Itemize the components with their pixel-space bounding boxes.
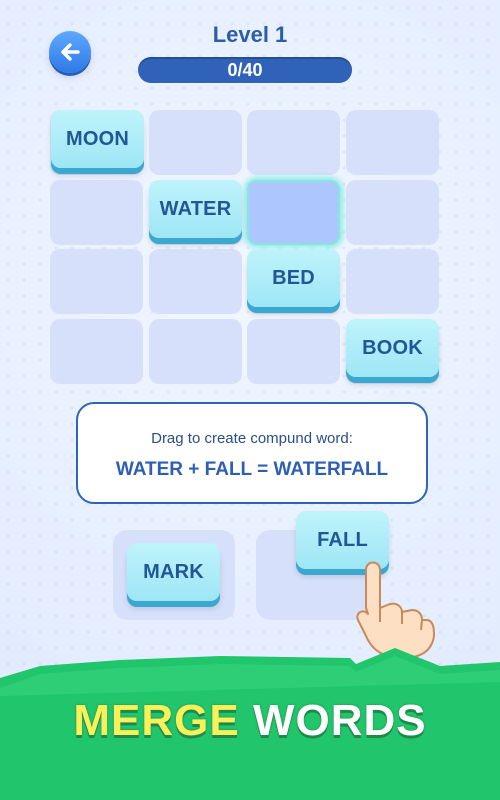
banner-word-merge: MERGE (73, 696, 240, 745)
grid-cell[interactable] (50, 319, 143, 384)
grid-cell[interactable] (247, 319, 340, 384)
banner-title: MERGE WORDS (0, 696, 500, 746)
word-tile-moon[interactable]: MOON (51, 110, 144, 168)
level-title: Level 1 (212, 22, 288, 47)
grid-cell[interactable] (346, 110, 439, 175)
progress-bar: 0/40 (138, 57, 352, 83)
word-grid: MOON WATER BED BOOK (50, 110, 442, 384)
hint-box: Drag to create compund word: WATER + FAL… (76, 402, 428, 504)
word-tile-book[interactable]: BOOK (346, 319, 439, 377)
progress-text: 0/40 (227, 59, 263, 80)
grid-cell[interactable] (50, 180, 143, 245)
grid-cell[interactable] (346, 249, 439, 314)
grid-cell[interactable] (149, 110, 242, 175)
word-tile-bed[interactable]: BED (247, 249, 340, 307)
grid-cell-highlighted[interactable] (247, 180, 340, 245)
grid-cell[interactable] (247, 110, 340, 175)
hint-instruction: Drag to create compund word: (151, 430, 353, 447)
grid-cell[interactable] (50, 249, 143, 314)
grid-cell[interactable] (149, 249, 242, 314)
banner-word-words: WORDS (252, 696, 427, 745)
word-tile-mark[interactable]: MARK (127, 543, 220, 601)
grid-cell[interactable] (149, 319, 242, 384)
word-tile-water[interactable]: WATER (149, 180, 242, 238)
grid-cell[interactable] (346, 180, 439, 245)
hint-example: WATER + FALL = WATERFALL (115, 459, 389, 480)
